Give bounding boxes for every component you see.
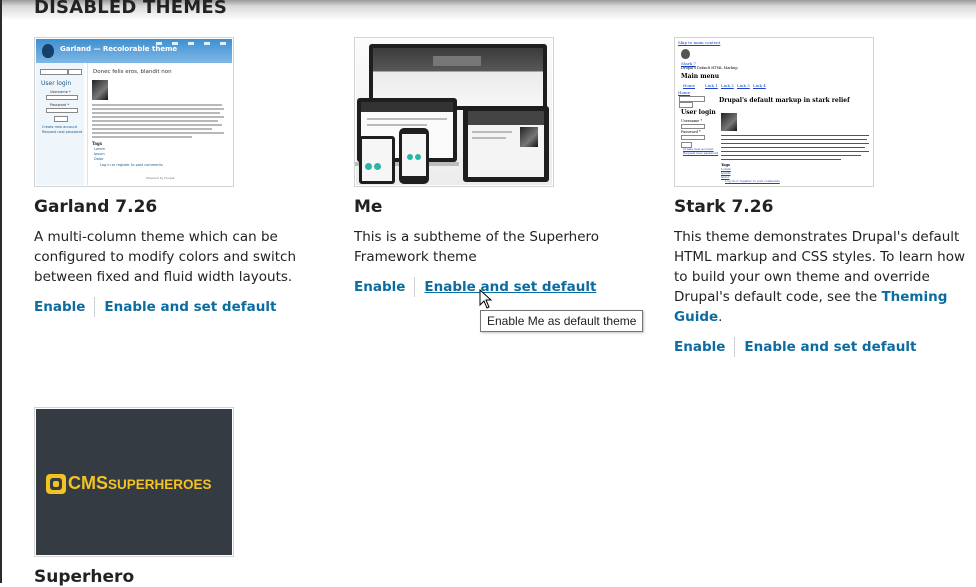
portrait-image [92, 80, 108, 100]
divider [414, 277, 416, 297]
theme-actions: Enable Enable and set default [674, 337, 916, 357]
theme-description: A multi-column theme which can be config… [34, 229, 297, 285]
drupal-drop-icon [681, 49, 690, 59]
enable-and-set-default-link[interactable]: Enable and set default [104, 299, 276, 315]
divider [94, 297, 96, 317]
cms-superheroes-logo: CMSSUPERHEROES [68, 473, 212, 493]
theme-actions: Enable Enable and set default [354, 277, 596, 297]
divider [734, 337, 736, 357]
enable-and-set-default-link[interactable]: Enable and set default [744, 339, 916, 355]
tooltip: Enable Me as default theme [480, 310, 644, 332]
garland-screenshot: Garland — Recolorable theme User login U… [34, 37, 234, 187]
theme-description: This theme demonstrates Drupal's default… [674, 229, 966, 325]
superhero-screenshot: CMSSUPERHEROES [34, 407, 234, 557]
mouse-cursor-icon [479, 289, 493, 309]
theme-actions: Enable Enable and set default [34, 297, 276, 317]
theme-description: This is a subtheme of the Superhero Fram… [354, 229, 600, 265]
enable-link[interactable]: Enable [674, 339, 725, 355]
section-title: DISABLED THEMES [34, 0, 228, 18]
stark-screenshot: Skip to main content Stark 7 Drupal's De… [674, 37, 874, 187]
superhero-badge-icon [46, 474, 66, 494]
enable-link[interactable]: Enable [354, 279, 405, 295]
me-screenshot [354, 37, 554, 187]
window-edge [0, 0, 2, 583]
enable-and-set-default-link[interactable]: Enable and set default [424, 279, 596, 295]
theme-name: Me [354, 197, 383, 217]
theme-name: Garland 7.26 [34, 197, 158, 217]
enable-link[interactable]: Enable [34, 299, 85, 315]
theme-name: Superhero [34, 567, 135, 587]
theme-name: Stark 7.26 [674, 197, 774, 217]
drupal-drop-icon [42, 44, 54, 58]
